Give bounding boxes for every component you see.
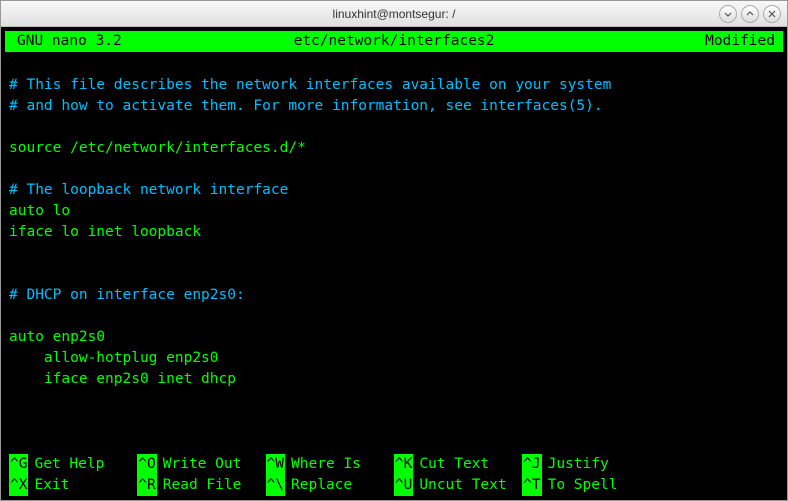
key-desc: Write Out: [157, 454, 242, 475]
comment-line: # This file describes the network interf…: [9, 77, 611, 93]
key-combo: ^G: [9, 454, 28, 475]
shortcut-to-spell[interactable]: ^TTo Spell: [522, 475, 650, 496]
window-title: linuxhint@montsegur: /: [333, 7, 456, 21]
comment-line: # The loopback network interface: [9, 182, 288, 198]
key-desc: Get Help: [28, 454, 104, 475]
terminal[interactable]: GNU nano 3.2 etc/network/interfaces2 Mod…: [1, 27, 787, 500]
key-combo: ^T: [522, 475, 541, 496]
config-line: source /etc/network/interfaces.d/*: [9, 140, 306, 156]
shortcut-exit[interactable]: ^XExit: [9, 475, 137, 496]
key-desc: Exit: [28, 475, 69, 496]
shortcut-read-file[interactable]: ^RRead File: [137, 475, 265, 496]
config-line: iface enp2s0 inet dhcp: [9, 371, 236, 387]
comment-line: # and how to activate them. For more inf…: [9, 98, 603, 114]
shortcut-uncut-text[interactable]: ^UUncut Text: [394, 475, 522, 496]
maximize-icon: [746, 10, 754, 18]
shortcut-get-help[interactable]: ^GGet Help: [9, 454, 137, 475]
shortcut-write-out[interactable]: ^OWrite Out: [137, 454, 265, 475]
editor-content[interactable]: # This file describes the network interf…: [9, 54, 779, 390]
window: linuxhint@montsegur: / GNU nano 3.2 etc/…: [0, 0, 788, 501]
key-combo: ^W: [266, 454, 285, 475]
key-desc: Cut Text: [413, 454, 489, 475]
key-desc: Justify: [542, 454, 609, 475]
key-combo: ^J: [522, 454, 541, 475]
maximize-button[interactable]: [741, 5, 759, 23]
close-button[interactable]: [763, 5, 781, 23]
key-desc: Where Is: [285, 454, 361, 475]
key-desc: Replace: [285, 475, 352, 496]
editor-file: etc/network/interfaces2: [294, 31, 495, 52]
key-combo: ^K: [394, 454, 413, 475]
key-combo: ^X: [9, 475, 28, 496]
key-desc: Read File: [157, 475, 242, 496]
shortcut-row: ^GGet Help ^OWrite Out ^WWhere Is ^KCut …: [9, 454, 779, 475]
config-line: allow-hotplug enp2s0: [9, 350, 219, 366]
config-line: auto enp2s0: [9, 329, 105, 345]
minimize-icon: [724, 10, 732, 18]
minimize-button[interactable]: [719, 5, 737, 23]
comment-line: # DHCP on interface enp2s0:: [9, 287, 245, 303]
config-line: auto lo: [9, 203, 70, 219]
editor-header: GNU nano 3.2 etc/network/interfaces2 Mod…: [5, 31, 783, 52]
shortcut-justify[interactable]: ^JJustify: [522, 454, 650, 475]
shortcut-where-is[interactable]: ^WWhere Is: [266, 454, 394, 475]
key-combo: ^U: [394, 475, 413, 496]
shortcut-row: ^XExit ^RRead File ^\Replace ^UUncut Tex…: [9, 475, 779, 496]
config-line: iface lo inet loopback: [9, 224, 201, 240]
key-combo: ^R: [137, 475, 156, 496]
editor-name: GNU nano 3.2: [7, 31, 122, 52]
close-icon: [768, 10, 776, 18]
editor-status: Modified: [705, 31, 781, 52]
shortcut-replace[interactable]: ^\Replace: [266, 475, 394, 496]
key-combo: ^\: [266, 475, 285, 496]
shortcuts-bar: ^GGet Help ^OWrite Out ^WWhere Is ^KCut …: [9, 454, 779, 496]
titlebar: linuxhint@montsegur: /: [1, 1, 787, 27]
window-controls: [719, 5, 781, 23]
shortcut-cut-text[interactable]: ^KCut Text: [394, 454, 522, 475]
key-combo: ^O: [137, 454, 156, 475]
key-desc: To Spell: [542, 475, 618, 496]
key-desc: Uncut Text: [413, 475, 506, 496]
